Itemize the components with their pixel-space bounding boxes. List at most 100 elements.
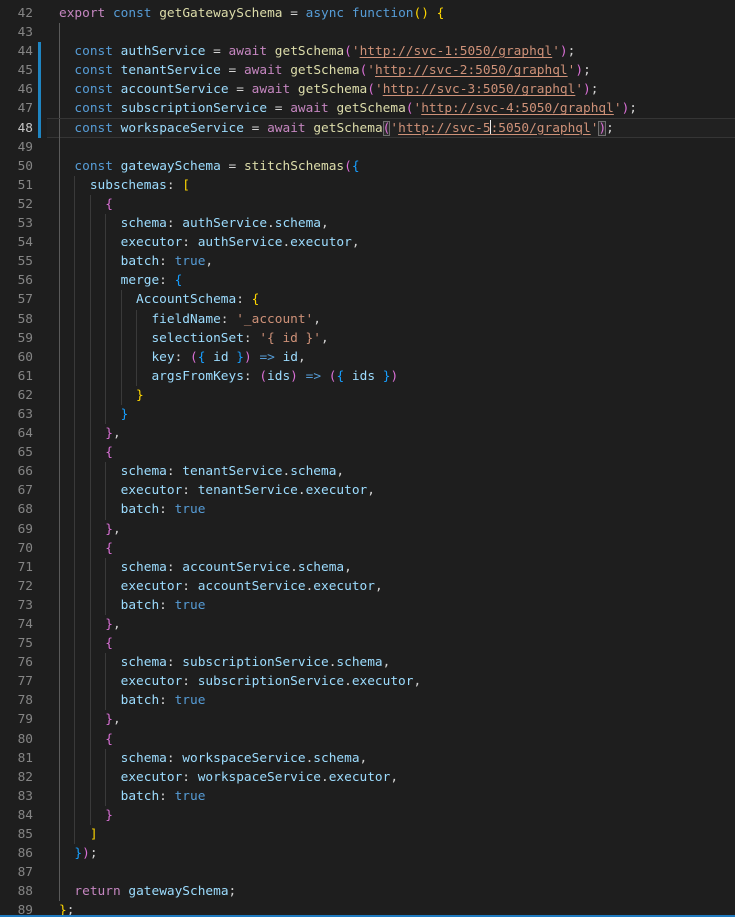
code-token: true — [175, 254, 206, 269]
line-number[interactable]: 72 — [0, 577, 33, 596]
line-number[interactable]: 50 — [0, 157, 33, 176]
line-number[interactable]: 42 — [0, 4, 33, 23]
line-number[interactable]: 64 — [0, 424, 33, 443]
code-line[interactable]: 81 schema: workspaceService.schema, — [0, 749, 735, 768]
line-number[interactable]: 54 — [0, 233, 33, 252]
line-number[interactable]: 56 — [0, 271, 33, 290]
code-line[interactable]: 77 executor: subscriptionService.executo… — [0, 672, 735, 691]
line-number[interactable]: 70 — [0, 539, 33, 558]
line-number[interactable]: 84 — [0, 806, 33, 825]
code-editor[interactable]: 42export const getGatewaySchema = async … — [0, 0, 735, 917]
line-number[interactable]: 69 — [0, 520, 33, 539]
line-number[interactable]: 73 — [0, 596, 33, 615]
code-line[interactable]: 75 { — [0, 634, 735, 653]
line-number[interactable]: 79 — [0, 710, 33, 729]
code-line[interactable]: 68 batch: true — [0, 500, 735, 519]
line-number[interactable]: 85 — [0, 825, 33, 844]
code-token: await — [244, 63, 283, 78]
line-number[interactable]: 86 — [0, 844, 33, 863]
code-line[interactable]: 79 }, — [0, 710, 735, 729]
line-number[interactable]: 71 — [0, 558, 33, 577]
line-number[interactable]: 67 — [0, 481, 33, 500]
code-line[interactable]: 83 batch: true — [0, 787, 735, 806]
code-line[interactable]: 74 }, — [0, 615, 735, 634]
code-line[interactable]: 67 executor: tenantService.executor, — [0, 481, 735, 500]
code-line[interactable]: 78 batch: true — [0, 691, 735, 710]
code-line[interactable]: 69 }, — [0, 520, 735, 539]
line-number[interactable]: 81 — [0, 749, 33, 768]
code-line[interactable]: 71 schema: accountService.schema, — [0, 558, 735, 577]
code-line[interactable]: 54 executor: authService.executor, — [0, 233, 735, 252]
code-line[interactable]: 49 — [0, 138, 735, 157]
line-number[interactable]: 68 — [0, 500, 33, 519]
line-number[interactable]: 60 — [0, 348, 33, 367]
code-line[interactable]: 63 } — [0, 405, 735, 424]
line-number[interactable]: 87 — [0, 863, 33, 882]
line-number[interactable]: 74 — [0, 615, 33, 634]
code-line[interactable]: 53 schema: authService.schema, — [0, 214, 735, 233]
line-number[interactable]: 59 — [0, 329, 33, 348]
line-number[interactable]: 76 — [0, 653, 33, 672]
code-line[interactable]: 56 merge: { — [0, 271, 735, 290]
code-line[interactable]: 84 } — [0, 806, 735, 825]
line-number[interactable]: 43 — [0, 23, 33, 42]
code-line[interactable]: 60 key: ({ id }) => id, — [0, 348, 735, 367]
code-line[interactable]: 58 fieldName: '_account', — [0, 310, 735, 329]
code-token: const — [74, 159, 113, 174]
code-line[interactable]: 86 }); — [0, 844, 735, 863]
line-number[interactable]: 82 — [0, 768, 33, 787]
code-line[interactable]: 55 batch: true, — [0, 252, 735, 271]
code-line[interactable]: 51 subschemas: [ — [0, 176, 735, 195]
line-number[interactable]: 75 — [0, 634, 33, 653]
line-number[interactable]: 88 — [0, 882, 33, 901]
line-number[interactable]: 45 — [0, 61, 33, 80]
line-number[interactable]: 48 — [0, 119, 33, 138]
line-number[interactable]: 57 — [0, 290, 33, 309]
line-number[interactable]: 58 — [0, 310, 33, 329]
line-number[interactable]: 61 — [0, 367, 33, 386]
code-line[interactable]: 47 const subscriptionService = await get… — [0, 99, 735, 118]
line-number[interactable]: 65 — [0, 443, 33, 462]
code-token — [59, 426, 105, 441]
code-line[interactable]: 72 executor: accountService.executor, — [0, 577, 735, 596]
line-number[interactable]: 52 — [0, 195, 33, 214]
line-number[interactable]: 44 — [0, 42, 33, 61]
code-line[interactable]: 61 argsFromKeys: (ids) => ({ ids }) — [0, 367, 735, 386]
indent-guide — [59, 138, 60, 157]
code-line[interactable]: 64 }, — [0, 424, 735, 443]
code-line[interactable]: 65 { — [0, 443, 735, 462]
code-line[interactable]: 82 executor: workspaceService.executor, — [0, 768, 735, 787]
code-line[interactable]: 70 { — [0, 539, 735, 558]
line-number[interactable]: 83 — [0, 787, 33, 806]
line-number[interactable]: 49 — [0, 138, 33, 157]
line-number[interactable]: 53 — [0, 214, 33, 233]
code-line[interactable]: 52 { — [0, 195, 735, 214]
code-line[interactable]: 85 ] — [0, 825, 735, 844]
code-line[interactable]: 80 { — [0, 730, 735, 749]
line-number[interactable]: 62 — [0, 386, 33, 405]
line-number[interactable]: 63 — [0, 405, 33, 424]
code-line[interactable]: 46 const accountService = await getSchem… — [0, 80, 735, 99]
code-line[interactable]: 66 schema: tenantService.schema, — [0, 462, 735, 481]
code-line[interactable]: 88 return gatewaySchema; — [0, 882, 735, 901]
code-line[interactable]: 48 const workspaceService = await getSch… — [0, 119, 735, 138]
code-line[interactable]: 73 batch: true — [0, 596, 735, 615]
code-line[interactable]: 44 const authService = await getSchema('… — [0, 42, 735, 61]
line-number[interactable]: 55 — [0, 252, 33, 271]
line-number[interactable]: 80 — [0, 730, 33, 749]
code-line[interactable]: 87 — [0, 863, 735, 882]
line-number[interactable]: 77 — [0, 672, 33, 691]
code-line[interactable]: 59 selectionSet: '{ id }', — [0, 329, 735, 348]
line-number[interactable]: 47 — [0, 99, 33, 118]
code-line[interactable]: 43 — [0, 23, 735, 42]
line-number[interactable]: 66 — [0, 462, 33, 481]
line-number[interactable]: 46 — [0, 80, 33, 99]
code-line[interactable]: 50 const gatewaySchema = stitchSchemas({ — [0, 157, 735, 176]
line-number[interactable]: 51 — [0, 176, 33, 195]
line-number[interactable]: 78 — [0, 691, 33, 710]
code-line[interactable]: 62 } — [0, 386, 735, 405]
code-line[interactable]: 57 AccountSchema: { — [0, 290, 735, 309]
code-line[interactable]: 42export const getGatewaySchema = async … — [0, 4, 735, 23]
code-line[interactable]: 76 schema: subscriptionService.schema, — [0, 653, 735, 672]
code-line[interactable]: 45 const tenantService = await getSchema… — [0, 61, 735, 80]
